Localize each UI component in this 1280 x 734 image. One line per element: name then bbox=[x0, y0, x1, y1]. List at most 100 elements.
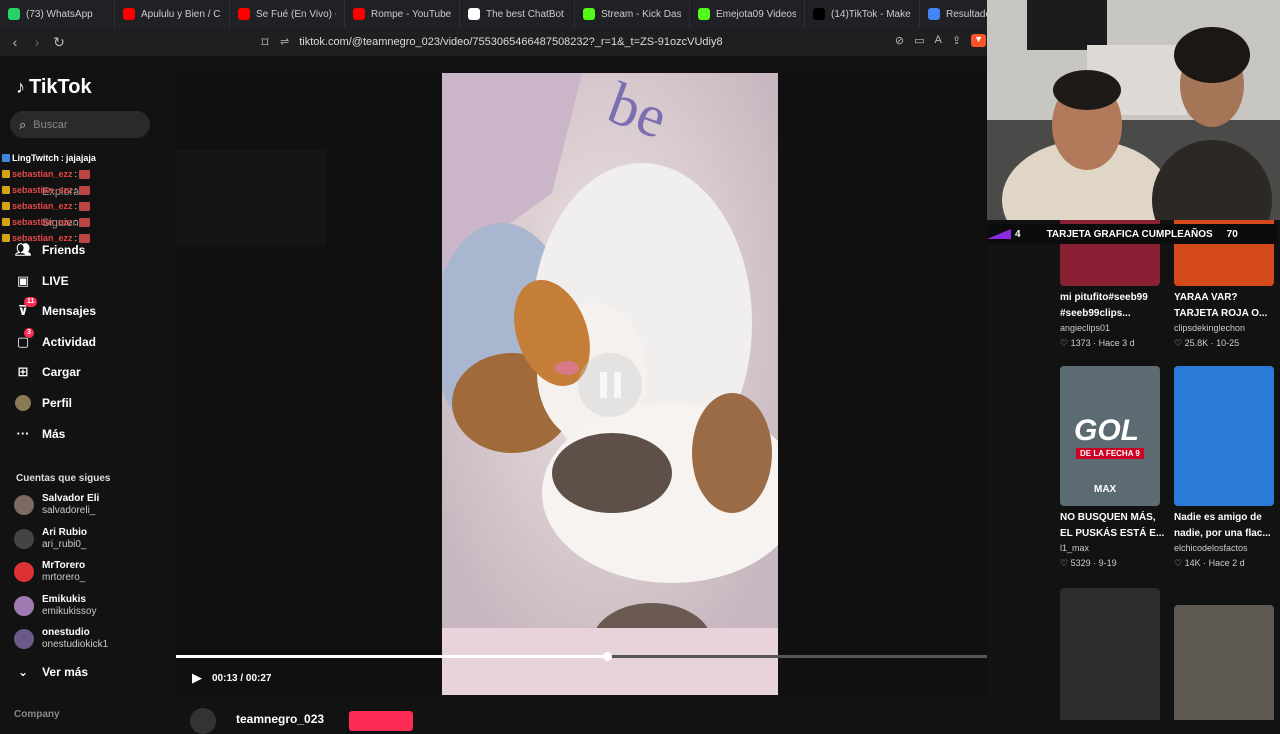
bookmark-page-icon[interactable]: ⌑ bbox=[254, 34, 276, 51]
menu-item-live[interactable]: ▣ LIVE bbox=[15, 273, 69, 289]
stream-chat-overlay: LingTwitch: jajajaja sebastian_ezz: sebasti… bbox=[2, 150, 112, 246]
account-avatar bbox=[14, 562, 34, 582]
youtube-icon bbox=[238, 8, 250, 20]
google-icon bbox=[928, 8, 940, 20]
chat-user: sebastian_ezz bbox=[12, 185, 73, 195]
menu-item-perfil[interactable]: ● Perfil bbox=[15, 395, 72, 411]
browser-tab[interactable]: (14)TikTok - Make You bbox=[805, 0, 920, 28]
menu-label: Mensajes bbox=[42, 304, 97, 319]
chevron-down-icon: ⌄ bbox=[18, 665, 29, 679]
video-thumbnail[interactable] bbox=[1174, 366, 1274, 506]
translate-icon[interactable]: A bbox=[935, 34, 942, 47]
account-avatar bbox=[14, 629, 34, 649]
browser-tab[interactable]: (73) WhatsApp bbox=[0, 0, 115, 28]
chat-sep: : bbox=[74, 169, 78, 179]
browser-tab[interactable]: Apululu y Bien / Caram bbox=[115, 0, 230, 28]
browser-tab[interactable]: Stream - Kick Dashb bbox=[575, 0, 690, 28]
video-progress-bar[interactable] bbox=[176, 652, 1042, 661]
browser-tab[interactable]: The best ChatBot and bbox=[460, 0, 575, 28]
card-title: YARAA VAR? TARJETA ROJA O... bbox=[1174, 292, 1268, 319]
share-page-icon[interactable]: ⇪ bbox=[952, 34, 961, 47]
youtube-icon bbox=[353, 8, 365, 20]
chat-sep: : bbox=[74, 201, 78, 211]
brave-shield-icon[interactable]: ▼ bbox=[971, 34, 986, 47]
profile-icon: ● bbox=[15, 395, 31, 411]
emote-icon bbox=[79, 233, 91, 243]
following-header: Cuentas que sigues bbox=[16, 473, 111, 484]
following-account[interactable]: Emikukis emikukissoy bbox=[14, 594, 96, 618]
account-avatar bbox=[14, 528, 34, 549]
tiktok-logo[interactable]: ♪ TikTok bbox=[16, 76, 92, 99]
recommended-video-card[interactable]: Nadie es amigo de nadie, por una flac...… bbox=[1174, 366, 1279, 569]
badge-icon bbox=[2, 202, 10, 210]
account-handle: emikukissoy bbox=[42, 605, 97, 617]
recommended-video-card[interactable]: GOL DE LA FECHA 9 MAX NO BUSQUEN MÁS, EL PU… bbox=[1060, 366, 1165, 569]
chat-user: sebastian_ezz bbox=[12, 217, 73, 227]
thumb-headline: GOL bbox=[1074, 414, 1139, 447]
following-account[interactable]: Salvador Eli salvadoreli_ bbox=[14, 493, 99, 517]
card-likes: 14K bbox=[1184, 558, 1201, 568]
search-input[interactable]: ⌕ Buscar bbox=[10, 111, 150, 138]
menu-item-mensajes[interactable]: ⊽ 11 Mensajes bbox=[15, 297, 97, 319]
card-likes: 1373 bbox=[1070, 338, 1091, 348]
follow-button[interactable] bbox=[349, 711, 413, 731]
pause-bar-left bbox=[599, 372, 607, 398]
video-thumbnail[interactable] bbox=[1174, 605, 1274, 720]
address-toolbar: ‹ › ↻ ⌑ ⇌ tiktok.com/@teamnegro_023/vide… bbox=[0, 28, 990, 56]
card-likes: 25.8K bbox=[1184, 338, 1209, 348]
menu-item-actividad[interactable]: ▢ 3 Actividad bbox=[15, 327, 96, 350]
screen-icon[interactable]: ▭ bbox=[914, 34, 924, 47]
tab-title: (14)TikTok - Make You bbox=[831, 8, 911, 20]
browser-tab[interactable]: Rompe - YouTube bbox=[345, 0, 460, 28]
menu-item-cargar[interactable]: ⊞ Cargar bbox=[15, 364, 81, 380]
account-handle: ari_rubi0_ bbox=[42, 538, 87, 550]
thumb-logo: MAX bbox=[1094, 484, 1117, 495]
author-avatar[interactable] bbox=[190, 708, 216, 734]
following-account[interactable]: Ari Rubio ari_rubi0_ bbox=[14, 527, 87, 551]
account-name: onestudio bbox=[42, 627, 90, 638]
following-account[interactable]: onestudio onestudiokick1 bbox=[14, 627, 108, 651]
following-account[interactable]: MrTorero mrtorero_ bbox=[14, 560, 85, 584]
overlay-panel bbox=[176, 150, 326, 245]
search-placeholder: Buscar bbox=[33, 118, 68, 131]
forward-icon[interactable]: › bbox=[26, 34, 48, 50]
chat-sep: : bbox=[74, 185, 78, 195]
chat-message: sebastian_ezz: bbox=[2, 214, 112, 230]
pause-button[interactable] bbox=[578, 353, 642, 417]
company-link[interactable]: Company bbox=[14, 709, 60, 720]
see-more-button[interactable]: ⌄ Ver más bbox=[18, 665, 88, 679]
card-date: 10-25 bbox=[1216, 338, 1240, 348]
heart-outline-icon: ♡ bbox=[1174, 338, 1183, 348]
browser-tab[interactable]: Resultado de bbox=[920, 0, 990, 28]
video-author[interactable]: teamnegro_023 bbox=[190, 708, 324, 734]
notification-badge: 11 bbox=[24, 297, 38, 308]
card-title: NO BUSQUEN MÁS, EL PUSKÁS ESTÁ E... bbox=[1060, 512, 1165, 539]
more-icon: ··· bbox=[16, 425, 30, 441]
badge-icon bbox=[2, 170, 10, 178]
chat-sep: : bbox=[74, 233, 78, 243]
back-icon[interactable]: ‹ bbox=[4, 34, 26, 50]
video-thumbnail[interactable] bbox=[1060, 588, 1160, 720]
playback-controls: ▶ 00:13 / 00:27 bbox=[192, 670, 272, 686]
account-names: MrTorero mrtorero_ bbox=[42, 560, 85, 584]
card-user: clipsdekinglechon bbox=[1174, 323, 1246, 333]
account-name: Ari Rubio bbox=[42, 526, 87, 538]
account-names: onestudio onestudiokick1 bbox=[42, 627, 108, 651]
browser-tab[interactable]: Emejota09 Videos - W bbox=[690, 0, 805, 28]
live-icon: ▣ bbox=[16, 272, 30, 288]
browser-tab[interactable]: Se Fué (En Vivo) - YouT bbox=[230, 0, 345, 28]
chat-text: jajajaja bbox=[65, 153, 96, 163]
menu-item-ms[interactable]: ··· Más bbox=[15, 425, 66, 442]
account-handle: mrtorero_ bbox=[42, 572, 86, 583]
reload-icon[interactable]: ↻ bbox=[48, 34, 70, 51]
progress-fill bbox=[176, 655, 608, 658]
address-bar[interactable]: ⇌ tiktok.com/@teamnegro_023/video/755306… bbox=[280, 33, 840, 51]
banner-left-number: 4 bbox=[1015, 228, 1021, 240]
video-thumbnail[interactable]: GOL DE LA FECHA 9 MAX bbox=[1060, 366, 1160, 506]
browser-tools: ⊘ ▭ A ⇪ ▼ bbox=[895, 34, 986, 47]
play-icon[interactable]: ▶ bbox=[192, 670, 202, 686]
kick-icon bbox=[698, 8, 710, 20]
block-icon[interactable]: ⊘ bbox=[895, 34, 904, 47]
messages-icon: ⊽ 11 bbox=[15, 297, 38, 319]
site-info-icon[interactable]: ⇌ bbox=[280, 33, 289, 51]
